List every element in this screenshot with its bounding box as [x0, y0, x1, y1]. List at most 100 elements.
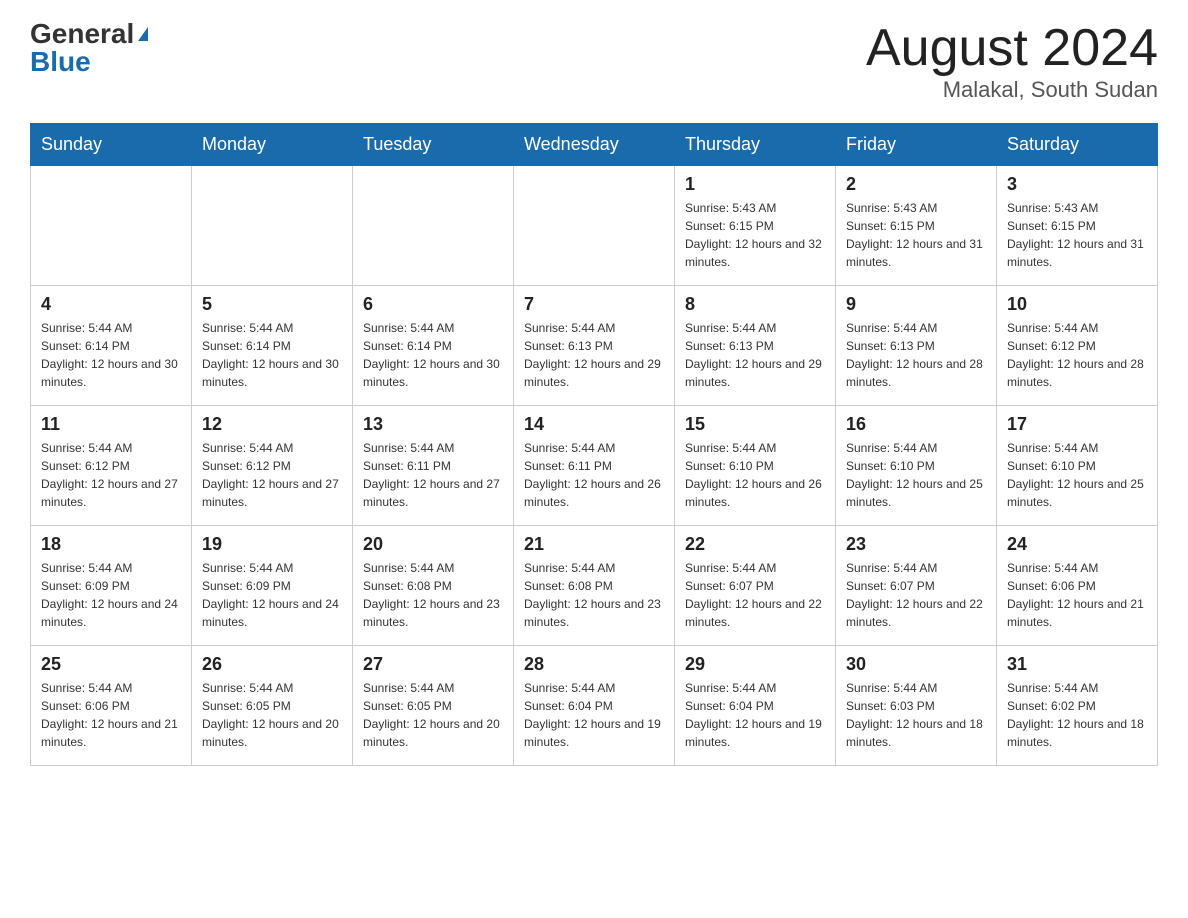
day-info: Sunrise: 5:44 AMSunset: 6:13 PMDaylight:… — [524, 319, 664, 391]
day-info: Sunrise: 5:44 AMSunset: 6:09 PMDaylight:… — [41, 559, 181, 631]
weekday-header-tuesday: Tuesday — [353, 124, 514, 166]
calendar-cell — [192, 166, 353, 286]
day-info: Sunrise: 5:44 AMSunset: 6:04 PMDaylight:… — [524, 679, 664, 751]
calendar-cell: 13 Sunrise: 5:44 AMSunset: 6:11 PMDayligh… — [353, 406, 514, 526]
day-number: 19 — [202, 534, 342, 555]
calendar-cell: 26Sunrise: 5:44 AMSunset: 6:05 PMDayligh… — [192, 646, 353, 766]
title-block: August 2024 Malakal, South Sudan — [866, 20, 1158, 103]
calendar-week-row: 4 Sunrise: 5:44 AMSunset: 6:14 PMDaylight… — [31, 286, 1158, 406]
day-info: Sunrise: 5:44 AMSunset: 6:14 PMDaylight:… — [363, 319, 503, 391]
weekday-header-sunday: Sunday — [31, 124, 192, 166]
calendar-week-row: 1 Sunrise: 5:43 AMSunset: 6:15 PMDaylight… — [31, 166, 1158, 286]
day-number: 27 — [363, 654, 503, 675]
calendar-cell: 4 Sunrise: 5:44 AMSunset: 6:14 PMDaylight… — [31, 286, 192, 406]
day-info: Sunrise: 5:44 AMSunset: 6:10 PMDaylight:… — [685, 439, 825, 511]
calendar-cell: 28 Sunrise: 5:44 AMSunset: 6:04 PMDayligh… — [514, 646, 675, 766]
day-number: 25 — [41, 654, 181, 675]
logo-general-text: General — [30, 20, 134, 48]
calendar-cell: 29 Sunrise: 5:44 AMSunset: 6:04 PMDayligh… — [675, 646, 836, 766]
calendar-cell: 19 Sunrise: 5:44 AMSunset: 6:09 PMDayligh… — [192, 526, 353, 646]
calendar-cell — [31, 166, 192, 286]
day-number: 12 — [202, 414, 342, 435]
day-number: 26 — [202, 654, 342, 675]
day-number: 2 — [846, 174, 986, 195]
day-info: Sunrise: 5:44 AMSunset: 6:13 PMDaylight:… — [685, 319, 825, 391]
day-info: Sunrise: 5:44 AMSunset: 6:14 PMDaylight:… — [41, 319, 181, 391]
calendar-cell: 23 Sunrise: 5:44 AMSunset: 6:07 PMDayligh… — [836, 526, 997, 646]
calendar-subtitle: Malakal, South Sudan — [866, 77, 1158, 103]
weekday-header-wednesday: Wednesday — [514, 124, 675, 166]
day-number: 11 — [41, 414, 181, 435]
logo: General Blue — [30, 20, 148, 76]
calendar-week-row: 25 Sunrise: 5:44 AMSunset: 6:06 PMDayligh… — [31, 646, 1158, 766]
calendar-cell: 7 Sunrise: 5:44 AMSunset: 6:13 PMDaylight… — [514, 286, 675, 406]
day-number: 14 — [524, 414, 664, 435]
day-number: 28 — [524, 654, 664, 675]
weekday-header-row: SundayMondayTuesdayWednesdayThursdayFrid… — [31, 124, 1158, 166]
day-info: Sunrise: 5:44 AMSunset: 6:10 PMDaylight:… — [1007, 439, 1147, 511]
calendar-cell: 16Sunrise: 5:44 AMSunset: 6:10 PMDayligh… — [836, 406, 997, 526]
day-info: Sunrise: 5:44 AMSunset: 6:06 PMDaylight:… — [1007, 559, 1147, 631]
day-number: 29 — [685, 654, 825, 675]
day-info: Sunrise: 5:44 AMSunset: 6:14 PMDaylight:… — [202, 319, 342, 391]
calendar-cell: 6 Sunrise: 5:44 AMSunset: 6:14 PMDaylight… — [353, 286, 514, 406]
day-info: Sunrise: 5:44 AMSunset: 6:09 PMDaylight:… — [202, 559, 342, 631]
weekday-header-saturday: Saturday — [997, 124, 1158, 166]
day-info: Sunrise: 5:44 AMSunset: 6:11 PMDaylight:… — [524, 439, 664, 511]
calendar-cell: 8 Sunrise: 5:44 AMSunset: 6:13 PMDaylight… — [675, 286, 836, 406]
day-info: Sunrise: 5:43 AMSunset: 6:15 PMDaylight:… — [1007, 199, 1147, 271]
day-number: 4 — [41, 294, 181, 315]
calendar-cell — [353, 166, 514, 286]
day-info: Sunrise: 5:44 AMSunset: 6:03 PMDaylight:… — [846, 679, 986, 751]
day-number: 13 — [363, 414, 503, 435]
day-info: Sunrise: 5:44 AMSunset: 6:13 PMDaylight:… — [846, 319, 986, 391]
calendar-title: August 2024 — [866, 20, 1158, 77]
calendar-cell: 11 Sunrise: 5:44 AMSunset: 6:12 PMDayligh… — [31, 406, 192, 526]
day-number: 20 — [363, 534, 503, 555]
day-info: Sunrise: 5:44 AMSunset: 6:07 PMDaylight:… — [685, 559, 825, 631]
day-number: 30 — [846, 654, 986, 675]
day-number: 8 — [685, 294, 825, 315]
calendar-cell: 30 Sunrise: 5:44 AMSunset: 6:03 PMDayligh… — [836, 646, 997, 766]
day-info: Sunrise: 5:44 AMSunset: 6:05 PMDaylight:… — [363, 679, 503, 751]
calendar-table: SundayMondayTuesdayWednesdayThursdayFrid… — [30, 123, 1158, 766]
calendar-cell: 12 Sunrise: 5:44 AMSunset: 6:12 PMDayligh… — [192, 406, 353, 526]
day-number: 7 — [524, 294, 664, 315]
day-info: Sunrise: 5:44 AMSunset: 6:07 PMDaylight:… — [846, 559, 986, 631]
day-number: 31 — [1007, 654, 1147, 675]
day-number: 23 — [846, 534, 986, 555]
day-info: Sunrise: 5:44 AMSunset: 6:08 PMDaylight:… — [363, 559, 503, 631]
calendar-cell: 5 Sunrise: 5:44 AMSunset: 6:14 PMDaylight… — [192, 286, 353, 406]
calendar-cell: 10 Sunrise: 5:44 AMSunset: 6:12 PMDayligh… — [997, 286, 1158, 406]
day-number: 22 — [685, 534, 825, 555]
calendar-cell: 25 Sunrise: 5:44 AMSunset: 6:06 PMDayligh… — [31, 646, 192, 766]
day-info: Sunrise: 5:44 AMSunset: 6:12 PMDaylight:… — [202, 439, 342, 511]
day-info: Sunrise: 5:44 AMSunset: 6:12 PMDaylight:… — [1007, 319, 1147, 391]
day-number: 15 — [685, 414, 825, 435]
calendar-cell: 9 Sunrise: 5:44 AMSunset: 6:13 PMDaylight… — [836, 286, 997, 406]
day-number: 1 — [685, 174, 825, 195]
calendar-week-row: 18 Sunrise: 5:44 AMSunset: 6:09 PMDayligh… — [31, 526, 1158, 646]
day-number: 10 — [1007, 294, 1147, 315]
calendar-week-row: 11 Sunrise: 5:44 AMSunset: 6:12 PMDayligh… — [31, 406, 1158, 526]
day-number: 17 — [1007, 414, 1147, 435]
day-info: Sunrise: 5:44 AMSunset: 6:04 PMDaylight:… — [685, 679, 825, 751]
logo-triangle-icon — [138, 27, 148, 41]
day-number: 9 — [846, 294, 986, 315]
calendar-cell: 27 Sunrise: 5:44 AMSunset: 6:05 PMDayligh… — [353, 646, 514, 766]
calendar-cell: 3Sunrise: 5:43 AMSunset: 6:15 PMDaylight… — [997, 166, 1158, 286]
day-number: 6 — [363, 294, 503, 315]
calendar-cell: 18 Sunrise: 5:44 AMSunset: 6:09 PMDayligh… — [31, 526, 192, 646]
day-info: Sunrise: 5:44 AMSunset: 6:11 PMDaylight:… — [363, 439, 503, 511]
calendar-cell: 2 Sunrise: 5:43 AMSunset: 6:15 PMDaylight… — [836, 166, 997, 286]
calendar-cell: 1Sunrise: 5:43 AMSunset: 6:15 PMDaylight… — [675, 166, 836, 286]
day-info: Sunrise: 5:44 AMSunset: 6:12 PMDaylight:… — [41, 439, 181, 511]
day-info: Sunrise: 5:43 AMSunset: 6:15 PMDaylight:… — [846, 199, 986, 271]
day-number: 24 — [1007, 534, 1147, 555]
calendar-cell — [514, 166, 675, 286]
day-number: 5 — [202, 294, 342, 315]
day-info: Sunrise: 5:44 AMSunset: 6:08 PMDaylight:… — [524, 559, 664, 631]
weekday-header-thursday: Thursday — [675, 124, 836, 166]
day-info: Sunrise: 5:44 AMSunset: 6:06 PMDaylight:… — [41, 679, 181, 751]
day-number: 18 — [41, 534, 181, 555]
